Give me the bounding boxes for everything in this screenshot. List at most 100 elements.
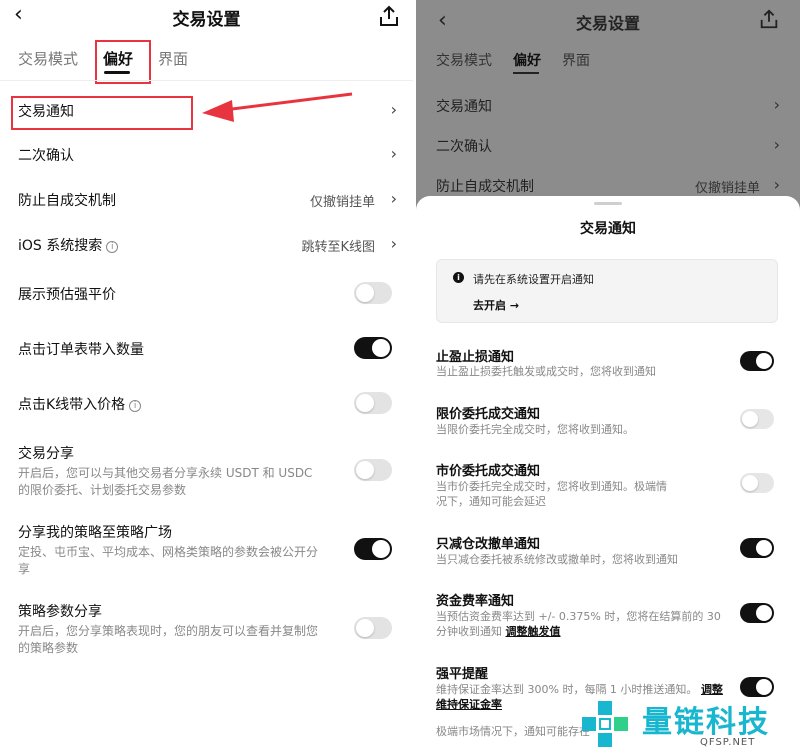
row-label: iOS 系统搜索 i bbox=[18, 235, 119, 255]
item-description: 当只减仓委托被系统修改或撤单时，您将收到通知 bbox=[436, 553, 678, 566]
item-label: 限价委托成交通知 bbox=[436, 407, 541, 422]
info-icon: i bbox=[453, 272, 464, 283]
chevron-right-icon: › bbox=[390, 144, 397, 163]
toggle-switch[interactable] bbox=[354, 538, 392, 560]
toggle-reduce-only-notify[interactable] bbox=[740, 538, 774, 558]
item-label: 强平提醒 bbox=[436, 667, 489, 682]
toggle-funding-rate-notify[interactable] bbox=[740, 603, 774, 623]
watermark-text: 量链科技 bbox=[642, 705, 770, 740]
toggle-switch[interactable] bbox=[354, 392, 392, 414]
toggle-tpsl-notify[interactable] bbox=[740, 351, 774, 371]
toggle-liquidation-alert[interactable] bbox=[740, 677, 774, 697]
tab-interface[interactable]: 界面 bbox=[562, 50, 590, 70]
row-show-liq-price: 展示预估强平价 bbox=[0, 281, 413, 307]
page-title: 交易设置 bbox=[575, 14, 640, 33]
divider bbox=[0, 80, 413, 81]
row-label: 策略参数分享 bbox=[18, 604, 102, 620]
row-label: 二次确认 bbox=[18, 148, 74, 164]
row-kline-price: 点击K线带入价格 i bbox=[0, 391, 413, 417]
watermark-logo-icon bbox=[582, 701, 628, 747]
row-double-confirm[interactable]: 二次确认 › bbox=[0, 142, 413, 168]
notification-bottom-sheet: 交易通知 i 请先在系统设置开启通知 去开启 → 止盈止损通知 当止盈止损委托触… bbox=[416, 196, 800, 756]
tab-bar: 交易模式 偏好 界面 bbox=[0, 40, 413, 80]
chevron-right-icon: › bbox=[390, 100, 397, 119]
row-trade-share: 交易分享 开启后，您可以与其他交易者分享永续 USDT 和 USDC 的限价委托… bbox=[0, 443, 413, 503]
toggle-knob bbox=[356, 394, 374, 412]
chevron-right-icon: › bbox=[773, 175, 780, 194]
row-description: 开启后，您可以与其他交易者分享永续 USDT 和 USDC 的限价委托、计划委托… bbox=[18, 466, 313, 497]
toggle-knob bbox=[372, 540, 390, 558]
row-label: 点击订单表带入数量 bbox=[18, 342, 144, 358]
sheet-title: 交易通知 bbox=[580, 221, 636, 237]
row-double-confirm[interactable]: 二次确认 bbox=[436, 136, 492, 156]
toggle-switch[interactable] bbox=[354, 337, 392, 359]
info-icon[interactable]: i bbox=[106, 241, 119, 253]
item-description: 当市价委托完全成交时，您将收到通知。极端情况下，通知可能会延迟 bbox=[436, 480, 667, 508]
chevron-right-icon: › bbox=[773, 95, 780, 114]
sheet-grabber[interactable] bbox=[594, 202, 622, 205]
row-value: 仅撤销挂单 bbox=[309, 195, 375, 210]
row-description: 定投、屯币宝、平均成本、网格类策略的参数会被公开分享 bbox=[18, 545, 319, 576]
open-settings-link[interactable]: 去开启 → bbox=[473, 297, 519, 313]
row-label: 防止自成交机制 bbox=[18, 193, 116, 209]
page-title: 交易设置 bbox=[172, 10, 241, 30]
row-trade-notification[interactable]: 交易通知 bbox=[436, 96, 492, 116]
row-label: 点击K线带入价格 i bbox=[18, 394, 142, 414]
tab-trade-mode[interactable]: 交易模式 bbox=[436, 50, 492, 70]
row-description: 开启后，您分享策略表现时，您的朋友可以查看并复制您的策略参数 bbox=[18, 624, 319, 655]
toggle-knob bbox=[756, 679, 772, 695]
chevron-right-icon: › bbox=[390, 234, 397, 253]
item-description: 当预估资金费率达到 +/- 0.375% 时，您将在结算前的 30 分钟收到通知… bbox=[436, 609, 726, 639]
tab-underline bbox=[513, 72, 539, 74]
item-description: 当限价委托完全成交时，您将收到通知。 bbox=[436, 423, 634, 436]
toggle-knob bbox=[356, 461, 374, 479]
row-label: 交易分享 bbox=[18, 446, 74, 462]
tab-highlight-box bbox=[95, 40, 151, 84]
row-value: 跳转至K线图 bbox=[301, 240, 375, 255]
notification-highlight-box bbox=[11, 96, 193, 130]
item-label: 只减仓改撤单通知 bbox=[436, 537, 541, 552]
row-ios-search[interactable]: iOS 系统搜索 i 跳转至K线图 › bbox=[0, 232, 413, 258]
toggle-knob bbox=[356, 619, 374, 637]
chevron-right-icon: › bbox=[390, 189, 397, 208]
right-screen: ‹ 交易设置 交易模式 偏好 界面 交易通知 › 二次确认 › 防止自成交机制 … bbox=[416, 0, 800, 756]
tab-trade-mode[interactable]: 交易模式 bbox=[18, 48, 78, 69]
toggle-switch[interactable] bbox=[354, 282, 392, 304]
system-notice-card: i 请先在系统设置开启通知 去开启 → bbox=[436, 259, 778, 323]
info-icon[interactable]: i bbox=[129, 400, 142, 412]
toggle-switch[interactable] bbox=[354, 459, 392, 481]
row-label-text: iOS 系统搜索 bbox=[18, 238, 103, 254]
row-order-qty: 点击订单表带入数量 bbox=[0, 336, 413, 362]
toggle-knob bbox=[756, 605, 772, 621]
chevron-right-icon: › bbox=[773, 135, 780, 154]
watermark: 量链科技 QFSP.NET bbox=[580, 695, 800, 756]
toggle-knob bbox=[742, 411, 758, 427]
watermark-domain: QFSP.NET bbox=[700, 737, 756, 748]
item-label: 止盈止损通知 bbox=[436, 350, 515, 365]
red-arrow-icon bbox=[202, 92, 353, 122]
left-screen: ‹ 交易设置 交易模式 偏好 界面 交易通知 › 二次确认 › 防止自成交机制 … bbox=[0, 0, 413, 756]
share-icon[interactable] bbox=[758, 8, 780, 30]
notice-text: 请先在系统设置开启通知 bbox=[473, 273, 594, 286]
nav-bar: ‹ 交易设置 bbox=[0, 0, 413, 34]
toggle-limit-fill-notify[interactable] bbox=[740, 409, 774, 429]
row-label: 分享我的策略至策略广场 bbox=[18, 525, 172, 541]
row-strategy-square: 分享我的策略至策略广场 定投、屯币宝、平均成本、网格类策略的参数会被公开分享 bbox=[0, 522, 413, 582]
row-self-trade-prevention[interactable]: 防止自成交机制 bbox=[436, 176, 534, 196]
toggle-knob bbox=[742, 475, 758, 491]
share-icon[interactable] bbox=[377, 4, 401, 28]
adjust-trigger-link[interactable]: 调整触发值 bbox=[506, 625, 561, 638]
tab-preferences[interactable]: 偏好 bbox=[513, 50, 541, 70]
item-label: 市价委托成交通知 bbox=[436, 464, 541, 479]
item-description-text: 当预估资金费率达到 +/- 0.375% 时，您将在结算前的 30 分钟收到通知 bbox=[436, 610, 721, 638]
toggle-knob bbox=[372, 339, 390, 357]
tab-interface[interactable]: 界面 bbox=[158, 48, 188, 69]
toggle-market-fill-notify[interactable] bbox=[740, 473, 774, 493]
row-strategy-param-share: 策略参数分享 开启后，您分享策略表现时，您的朋友可以查看并复制您的策略参数 bbox=[0, 601, 413, 661]
toggle-knob bbox=[356, 284, 374, 302]
item-description: 当止盈止损委托触发或成交时，您将收到通知 bbox=[436, 365, 656, 378]
row-self-trade-prevention[interactable]: 防止自成交机制 仅撤销挂单 › bbox=[0, 187, 413, 213]
toggle-knob bbox=[756, 353, 772, 369]
item-label: 资金费率通知 bbox=[436, 594, 515, 609]
toggle-switch[interactable] bbox=[354, 617, 392, 639]
